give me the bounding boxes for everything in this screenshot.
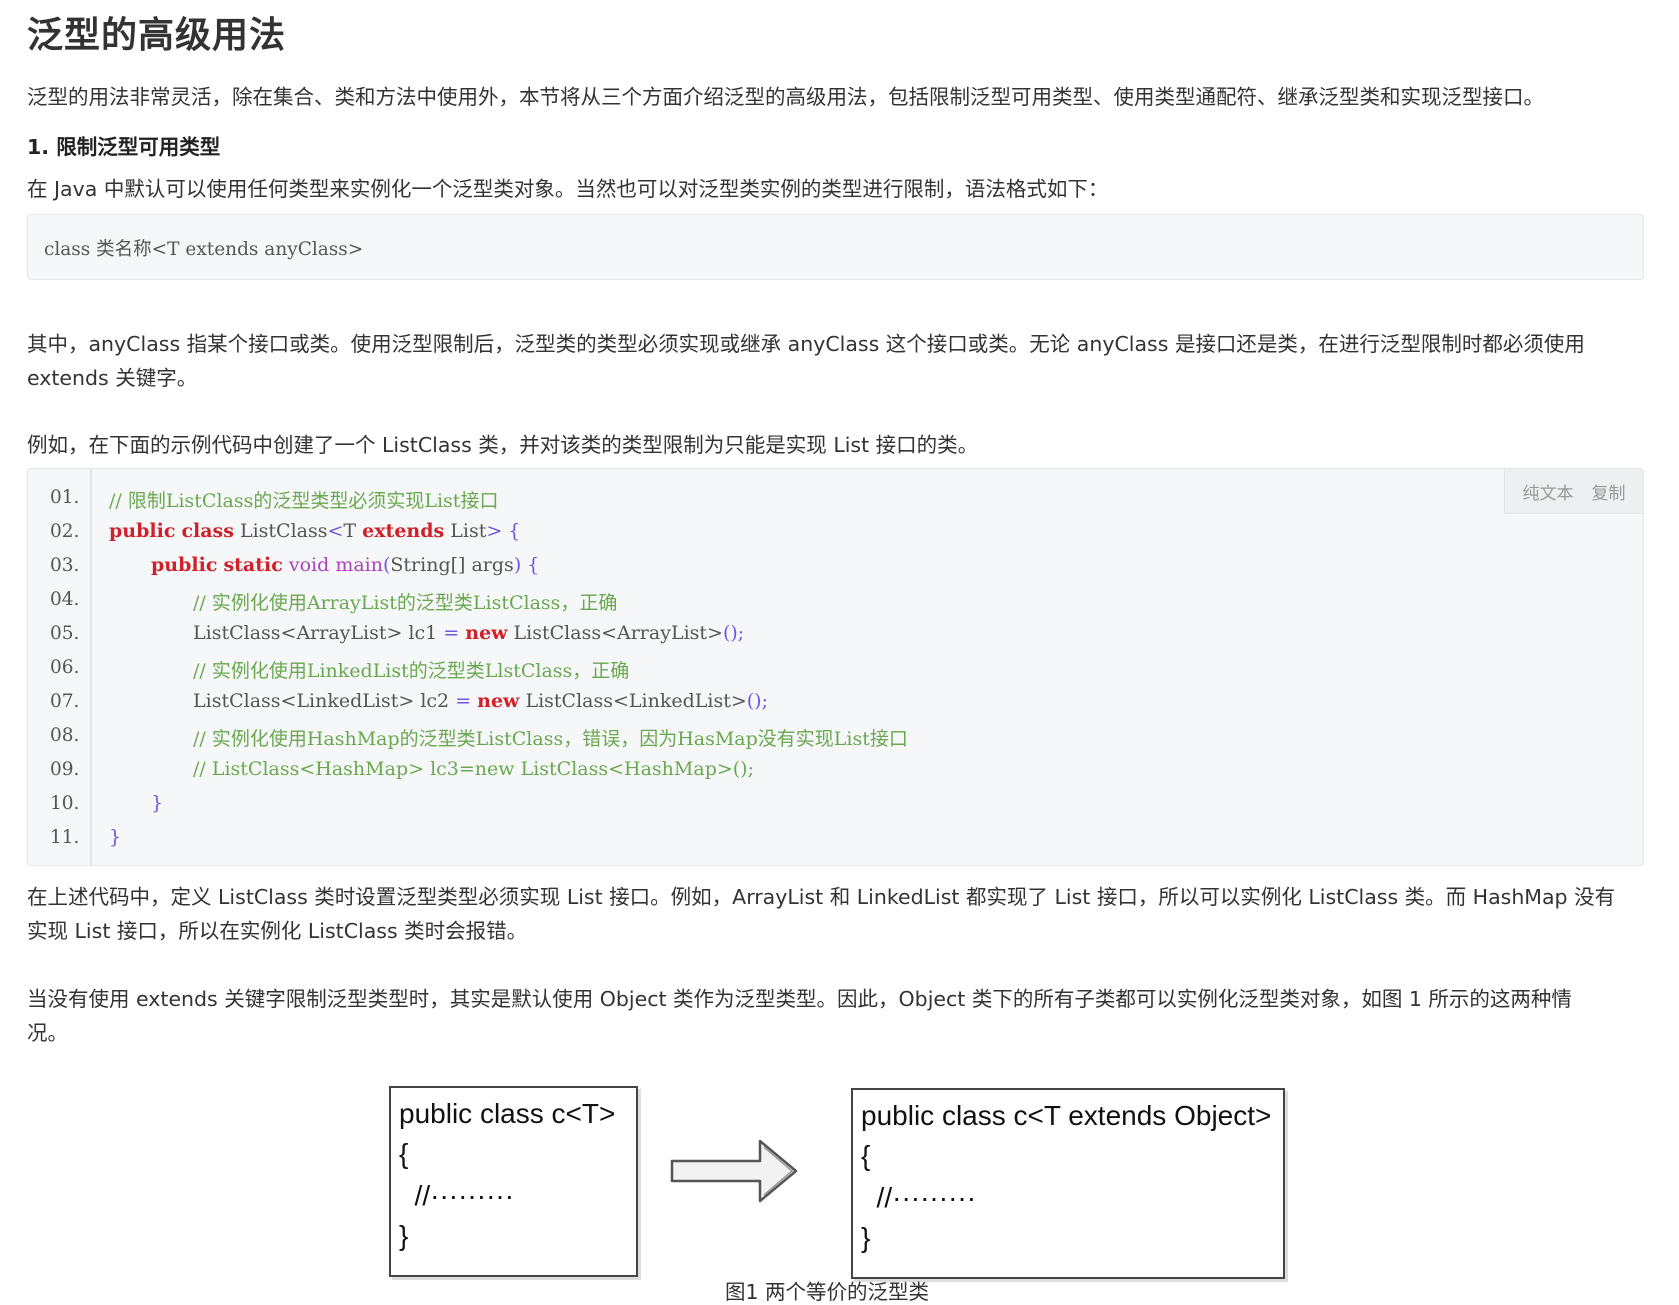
keyword: class (181, 520, 234, 542)
code-toolbar: 纯文本 复制 (1504, 469, 1643, 514)
keyword: public (151, 554, 218, 576)
code-text: ListClass<ArrayList> (507, 622, 723, 644)
line-number: 02. (50, 521, 80, 542)
keyword: extends (362, 520, 445, 542)
code-line-3: public static void main(String[] args) { (151, 554, 539, 576)
figure-left-line: public class c<T> (399, 1098, 616, 1129)
code-punct: (); (746, 690, 768, 712)
article: 泛型的高级用法 泛型的用法非常灵活，除在集合、类和方法中使用外，本节将从三个方面… (0, 0, 1679, 1304)
paragraph-explanation-line2: 实现 List 接口，所以在实例化 ListClass 类时会报错。 (27, 919, 528, 943)
code-punct: = (455, 690, 472, 712)
method-name: main (335, 554, 383, 576)
line-number: 06. (50, 657, 80, 678)
code-line-11: } (109, 826, 122, 848)
code-line-9: // ListClass<HashMap> lc3=new ListClass<… (193, 758, 755, 780)
line-number: 03. (50, 555, 80, 576)
code-punct: = (443, 622, 460, 644)
code-line-5: ListClass<ArrayList> lc1 = new ListClass… (193, 622, 744, 644)
figure-left-line: } (399, 1220, 409, 1251)
keyword: new (465, 622, 508, 644)
line-number: 05. (50, 623, 80, 644)
paragraph-example: 例如，在下面的示例代码中创建了一个 ListClass 类，并对该类的类型限制为… (27, 433, 979, 457)
code-block: 01. 02. 03. 04. 05. 06. 07. 08. 09. 10. … (27, 468, 1644, 866)
figure-left-box: public class c<T> { //········· } (389, 1086, 638, 1277)
code-line-4: // 实例化使用ArrayList的泛型类ListClass，正确 (193, 592, 618, 614)
figure-right-line: { (861, 1140, 871, 1171)
line-number: 08. (50, 725, 80, 746)
code-line-6: // 实例化使用LinkedList的泛型类LlstClass，正确 (193, 660, 630, 682)
code-punct: { (502, 520, 521, 542)
code-text: String[] args (390, 554, 514, 576)
section-paragraph: 在 Java 中默认可以使用任何类型来实例化一个泛型类对象。当然也可以对泛型类实… (27, 177, 1109, 201)
section-heading: 1. 限制泛型可用类型 (27, 135, 221, 159)
paragraph-object-line2: 况。 (27, 1021, 68, 1045)
code-punct: > (486, 520, 503, 542)
code-text: ListClass<LinkedList> lc2 (193, 690, 456, 712)
intro-paragraph: 泛型的用法非常灵活，除在集合、类和方法中使用外，本节将从三个方面介绍泛型的高级用… (27, 85, 1544, 109)
line-number: 07. (50, 691, 80, 712)
code-line-8: // 实例化使用HashMap的泛型类ListClass，错误，因为HasMap… (193, 728, 908, 750)
paragraph-explanation-line1: 在上述代码中，定义 ListClass 类时设置泛型类型必须实现 List 接口… (27, 885, 1616, 909)
type-keyword: void (288, 554, 330, 576)
line-number: 11. (50, 827, 80, 848)
copy-button[interactable]: 复制 (1592, 479, 1626, 504)
keyword: static (223, 554, 283, 576)
code-text: ListClass<ArrayList> lc1 (193, 622, 444, 644)
syntax-block: class 类名称<T extends anyClass> (27, 214, 1644, 280)
paragraph-anyclass-line1: 其中，anyClass 指某个接口或类。使用泛型限制后，泛型类的类型必须实现或继… (27, 332, 1585, 356)
code-punct: { (521, 554, 540, 576)
line-number-gutter: 01. 02. 03. 04. 05. 06. 07. 08. 09. 10. … (28, 469, 92, 865)
keyword: public (109, 520, 176, 542)
line-number: 01. (50, 487, 80, 508)
code-text: ListClass<LinkedList> (519, 690, 747, 712)
line-number: 10. (50, 793, 80, 814)
figure-right-box: public class c<T extends Object> { //···… (851, 1088, 1285, 1279)
code-text: T (343, 520, 363, 542)
code-text: List (444, 520, 487, 542)
code-line-10: } (151, 792, 164, 814)
figure-left-line: //········· (399, 1180, 515, 1211)
paragraph-anyclass-line2: extends 关键字。 (27, 366, 198, 390)
line-number: 04. (50, 589, 80, 610)
code-punct: < (327, 520, 344, 542)
figure-right-line: public class c<T extends Object> (861, 1100, 1272, 1131)
code-text: ListClass (233, 520, 328, 542)
code-line-1: // 限制ListClass的泛型类型必须实现List接口 (109, 490, 499, 512)
page-title: 泛型的高级用法 (27, 15, 287, 56)
plain-text-button[interactable]: 纯文本 (1523, 479, 1574, 504)
figure-left-line: { (399, 1138, 409, 1169)
code-line-2: public class ListClass<T extends List> { (109, 520, 520, 542)
figure-right-line: } (861, 1222, 871, 1253)
keyword: new (477, 690, 520, 712)
figure-right-line: //········· (861, 1182, 977, 1213)
line-number: 09. (50, 759, 80, 780)
code-punct: (); (722, 622, 745, 644)
code-line-7: ListClass<LinkedList> lc2 = new ListClas… (193, 690, 768, 712)
arrow-right-icon (670, 1139, 798, 1203)
paragraph-object-line1: 当没有使用 extends 关键字限制泛型类型时，其实是默认使用 Object … (27, 987, 1572, 1011)
